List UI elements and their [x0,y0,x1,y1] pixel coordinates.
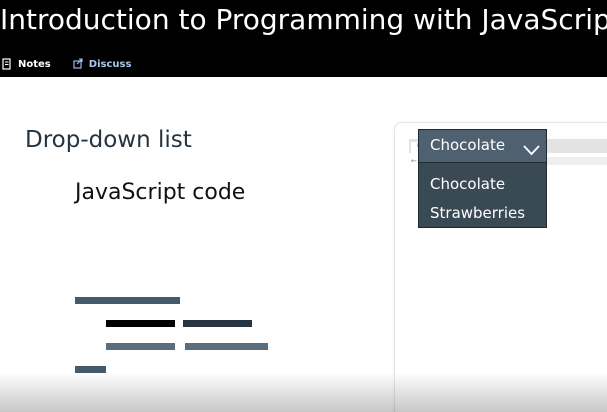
code-line-bar [75,297,180,304]
notes-icon [2,58,12,70]
slide-subheading: JavaScript code [75,180,246,205]
dropdown-option[interactable]: Strawberries [430,204,525,222]
code-line-bar [106,343,175,350]
course-tabs: Notes Discuss [0,54,131,74]
external-link-icon [73,58,83,70]
tab-notes-label: Notes [18,58,51,70]
tab-notes[interactable]: Notes [2,58,51,70]
slide-heading: Drop-down list [25,127,192,153]
course-title: Introduction to Programming with JavaScr… [0,3,607,36]
tab-discuss[interactable]: Discuss [73,58,132,70]
dropdown-list[interactable]: Chocolate Chocolate Strawberries [418,129,547,228]
code-line-bar [183,320,252,327]
code-line-bar [106,320,175,327]
dropdown-option[interactable]: Chocolate [430,175,505,193]
back-arrow-icon: ← [411,157,417,165]
chevron-down-icon [523,141,540,156]
tab-discuss-label: Discuss [88,58,132,70]
code-line-bar [185,343,268,350]
dropdown-selected-label: Chocolate [430,136,506,154]
course-header: Introduction to Programming with JavaScr… [0,0,607,77]
video-bottom-shade [0,372,607,412]
dropdown-selected[interactable]: Chocolate [419,130,546,163]
